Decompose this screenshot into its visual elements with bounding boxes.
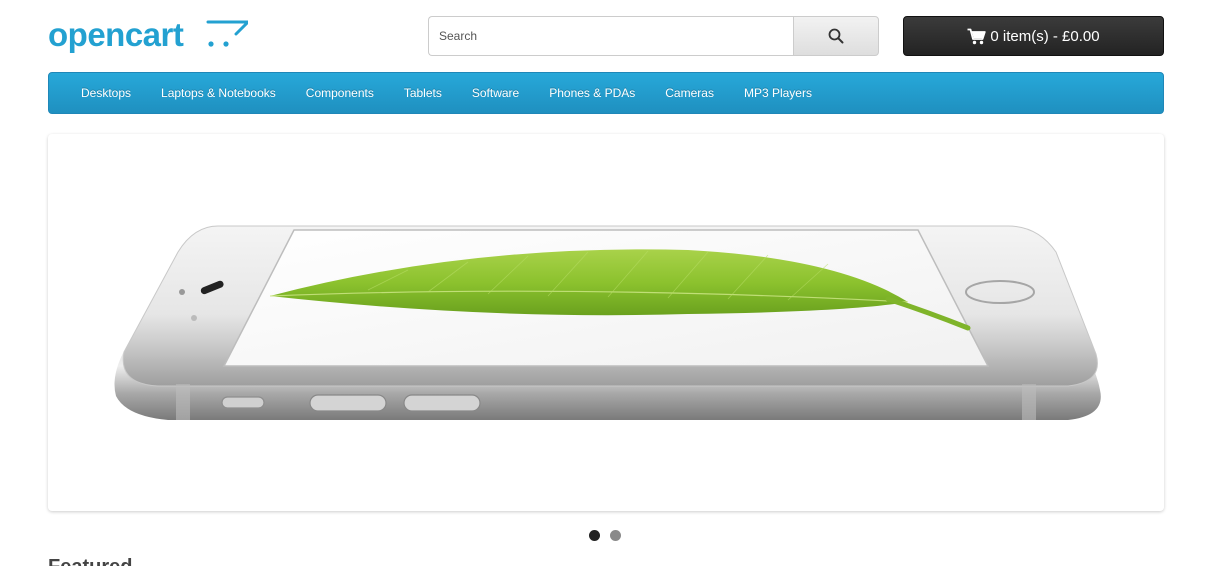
slide-dot-2[interactable]	[610, 530, 621, 541]
menu-item-software[interactable]: Software	[457, 73, 534, 113]
menu-item-phones-pdas[interactable]: Phones & PDAs	[534, 73, 650, 113]
menu-item-tablets[interactable]: Tablets	[389, 73, 457, 113]
menu-item-mp3-players[interactable]: MP3 Players	[729, 73, 827, 113]
menu-item-desktops[interactable]: Desktops	[66, 73, 146, 113]
featured-heading: Featured	[48, 556, 132, 566]
shopping-cart-icon	[967, 28, 987, 44]
opencart-logo[interactable]: opencart	[48, 14, 248, 58]
slide-dot-1[interactable]	[589, 530, 600, 541]
menu-item-components[interactable]: Components	[291, 73, 389, 113]
search-bar	[428, 16, 879, 56]
cart-total-label: 0 item(s) - £0.00	[990, 27, 1100, 45]
slideshow-pagination	[589, 530, 621, 541]
cart-button[interactable]: 0 item(s) - £0.00	[903, 16, 1164, 56]
menu-item-cameras[interactable]: Cameras	[650, 73, 729, 113]
main-menu: Desktops Laptops & Notebooks Components …	[48, 72, 1164, 114]
iphone-6-slide-image	[114, 225, 1101, 420]
search-icon	[828, 28, 844, 44]
menu-item-laptops-notebooks[interactable]: Laptops & Notebooks	[146, 73, 291, 113]
search-button[interactable]	[793, 16, 879, 56]
search-input[interactable]	[428, 16, 793, 56]
slideshow[interactable]	[48, 134, 1164, 511]
logo-text: opencart	[48, 16, 184, 53]
opencart-logo-image: opencart	[48, 16, 248, 53]
